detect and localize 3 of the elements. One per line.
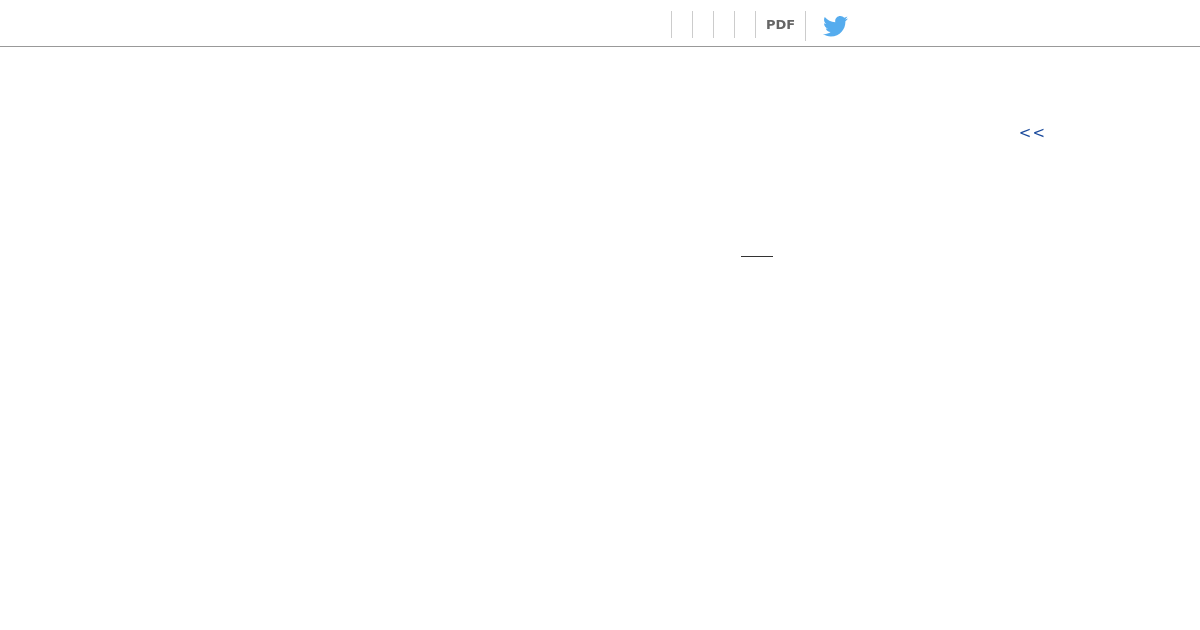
back-link[interactable]: << <box>1018 124 1046 142</box>
pdf-link[interactable]: PDF <box>755 11 806 38</box>
bird-icon[interactable] <box>823 15 849 37</box>
